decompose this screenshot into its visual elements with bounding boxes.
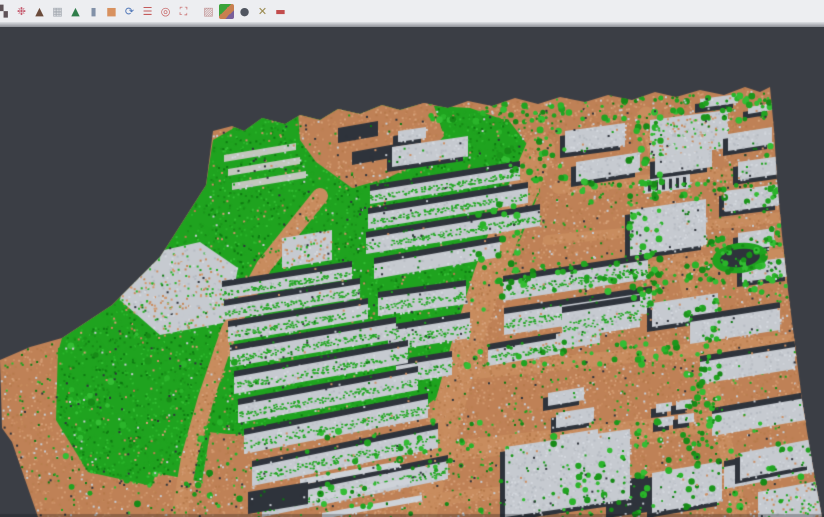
select-bounds-icon[interactable]: ⛶	[176, 4, 191, 19]
application-window: ▚❉▲▦▲▮■⟳☰◎⛶▨●✕▬	[0, 0, 824, 517]
ground-tile-icon[interactable]: ■	[104, 4, 119, 19]
rotate-view-icon[interactable]: ⟳	[122, 4, 137, 19]
sphere-icon[interactable]: ●	[237, 4, 252, 19]
window-blocks-icon[interactable]: ▚	[0, 4, 11, 19]
measure-lines-icon[interactable]: ☰	[140, 4, 155, 19]
classified-cloud-icon[interactable]	[219, 4, 234, 19]
building-icon[interactable]: ▮	[86, 4, 101, 19]
profile-section-icon[interactable]: ▦	[50, 4, 65, 19]
delete-cross-icon[interactable]: ✕	[255, 4, 270, 19]
scatter-points-icon[interactable]: ❉	[14, 4, 29, 19]
terrain-icon[interactable]: ▲	[32, 4, 47, 19]
main-toolbar: ▚❉▲▦▲▮■⟳☰◎⛶▨●✕▬	[0, 0, 824, 23]
vegetation-hill-icon[interactable]: ▲	[68, 4, 83, 19]
flag-bar-icon[interactable]: ▬	[273, 4, 288, 19]
target-circle-icon[interactable]: ◎	[158, 4, 173, 19]
viewport-3d-pointcloud[interactable]	[0, 27, 824, 517]
clip-checker-icon[interactable]: ▨	[201, 4, 216, 19]
